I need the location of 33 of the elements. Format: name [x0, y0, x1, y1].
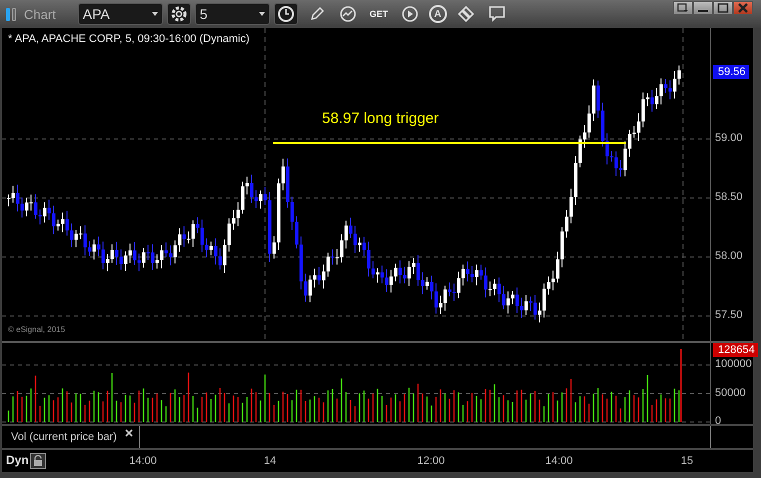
last-price-tag: 59.56 — [713, 64, 749, 79]
time-axis-label: 15 — [680, 455, 694, 467]
price-axis-label: 58.00 — [715, 250, 743, 262]
price-axis-label: 58.50 — [715, 191, 743, 203]
dynamic-mode-label: Dyn — [6, 453, 29, 467]
window-grip-icon — [6, 8, 16, 20]
lock-icon[interactable] — [30, 453, 46, 469]
time-axis-label: 14 — [264, 455, 276, 467]
trigger-label: 58.97 long trigger — [322, 110, 439, 127]
study-legend: Vol (current price bar) — [2, 431, 117, 443]
maximize-icon[interactable] — [713, 1, 733, 15]
interval-dropdown[interactable]: 5 — [194, 3, 270, 25]
restore-menu-icon[interactable] — [673, 1, 693, 15]
last-volume-tag: 128654 — [713, 343, 758, 357]
alert-button[interactable]: A — [428, 5, 447, 23]
get-data-button[interactable]: GET — [366, 3, 391, 25]
clock-icon[interactable] — [274, 3, 298, 25]
volume-axis-label: 100000 — [715, 358, 752, 370]
time-axis-label: 12:00 — [417, 455, 445, 467]
settings-icon[interactable] — [166, 3, 191, 25]
caret-icon — [258, 12, 265, 16]
copyright-text: © eSignal, 2015 — [8, 325, 66, 334]
symbol-dropdown[interactable]: APA — [78, 3, 163, 25]
window-title: Chart — [24, 6, 56, 22]
volume-axis-label: 50000 — [715, 386, 746, 398]
chart-header: * APA, APACHE CORP, 5, 09:30-16:00 (Dynamic) — [8, 33, 250, 45]
volume-axis-label: 0 — [715, 415, 722, 427]
price-axis-label: 57.50 — [715, 309, 743, 321]
minimize-icon[interactable] — [693, 1, 713, 15]
price-axis-label: 59.00 — [715, 132, 743, 144]
time-axis-label: 14:00 — [545, 455, 573, 467]
time-axis-label: 14:00 — [129, 455, 157, 467]
caret-icon — [152, 12, 158, 16]
